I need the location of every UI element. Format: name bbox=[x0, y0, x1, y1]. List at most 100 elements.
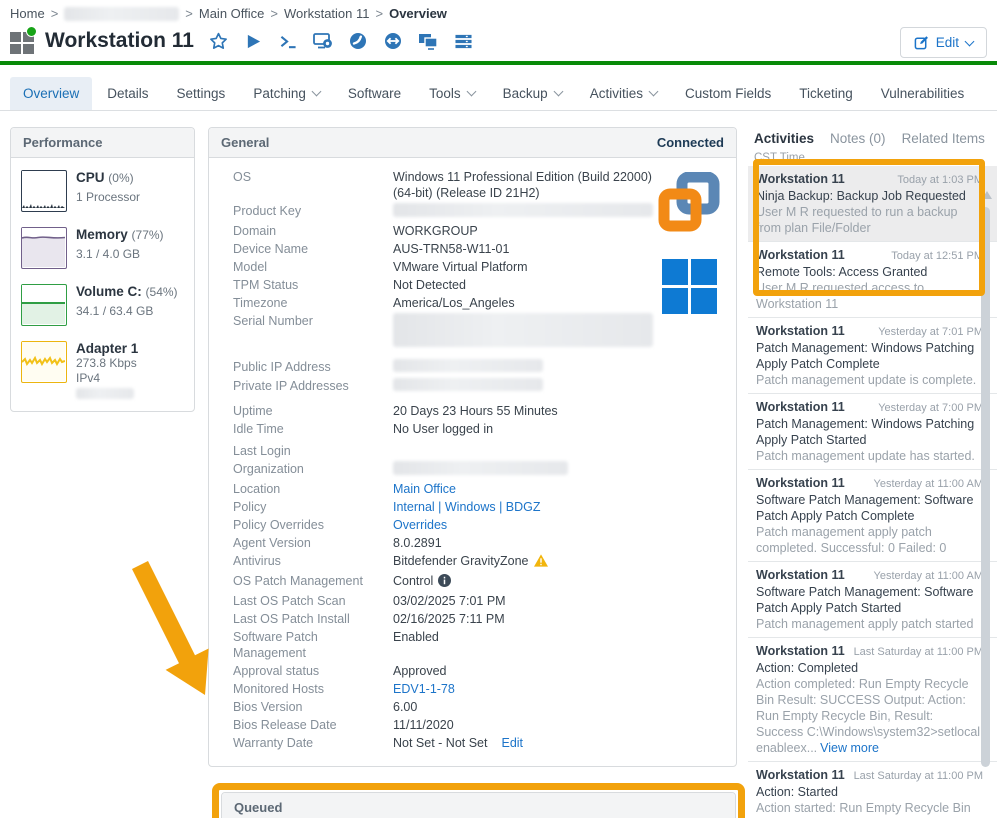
activity-title: Action: Started bbox=[756, 784, 983, 800]
scrollbar-up-arrow[interactable] bbox=[982, 191, 992, 199]
tab-label: Software bbox=[348, 86, 401, 101]
device-overview-page: Home > > Main Office > Workstation 11 > … bbox=[0, 0, 997, 818]
field-label: Last OS Patch Scan bbox=[233, 593, 393, 609]
field-label: Domain bbox=[233, 223, 393, 239]
sparkline-chart bbox=[21, 170, 67, 212]
general-row: PolicyInternal | Windows | BDGZ bbox=[233, 498, 722, 516]
performance-item-volume-c-[interactable]: Volume C: (54%)34.1 / 63.4 GB bbox=[21, 284, 184, 326]
general-row: Bios Version6.00 bbox=[233, 698, 722, 716]
tab-patching[interactable]: Patching bbox=[240, 77, 333, 110]
performance-item-adapter-1[interactable]: Adapter 1273.8 KbpsIPv4 bbox=[21, 341, 184, 399]
field-value[interactable]: EDV1-1-78 bbox=[393, 681, 661, 697]
tab-custom-fields[interactable]: Custom Fields bbox=[672, 77, 784, 110]
redacted-value bbox=[393, 313, 653, 347]
queued-panel-title: Queued bbox=[234, 800, 282, 815]
field-label: Policy Overrides bbox=[233, 517, 393, 533]
field-value-text: Bitdefender GravityZone bbox=[393, 554, 529, 568]
field-value: Bitdefender GravityZone bbox=[393, 553, 661, 571]
activity-description: Action completed: Run Empty Recycle Bin … bbox=[756, 676, 983, 756]
general-row: Organization bbox=[233, 460, 722, 480]
scrollbar-thumb[interactable] bbox=[981, 207, 990, 767]
activity-header: Workstation 11Today at 12:51 PM bbox=[756, 247, 983, 264]
tab-backup[interactable]: Backup bbox=[490, 77, 575, 110]
performance-item-memory[interactable]: Memory (77%)3.1 / 4.0 GB bbox=[21, 227, 184, 269]
tab-activities[interactable]: Activities bbox=[577, 77, 670, 110]
edit-button[interactable]: Edit bbox=[900, 27, 987, 58]
device-os-icon bbox=[10, 29, 36, 53]
field-value: VMware Virtual Platform bbox=[393, 259, 661, 275]
field-value: 03/02/2025 7:01 PM bbox=[393, 593, 661, 609]
sparkline-chart bbox=[21, 227, 67, 269]
redacted-value bbox=[76, 388, 134, 399]
field-value-text: Not Detected bbox=[393, 278, 466, 292]
field-value: America/Los_Angeles bbox=[393, 295, 661, 311]
breadcrumb-location[interactable]: Main Office bbox=[199, 6, 265, 21]
tab-software[interactable]: Software bbox=[335, 77, 414, 110]
activity-item: Workstation 11Yesterday at 7:00 PMPatch … bbox=[748, 394, 997, 470]
tab-tools[interactable]: Tools bbox=[416, 77, 488, 110]
tab-activities[interactable]: Activities bbox=[754, 131, 814, 146]
tab-details[interactable]: Details bbox=[94, 77, 161, 110]
activity-description-text: Patch management apply patch started bbox=[756, 617, 974, 631]
breadcrumb-separator: > bbox=[51, 6, 59, 21]
activity-description-text: User M R requested access to Workstation… bbox=[756, 281, 924, 311]
general-panel-title: General bbox=[221, 135, 269, 150]
teamviewer-icon[interactable] bbox=[383, 31, 403, 51]
field-value[interactable]: Overrides bbox=[393, 517, 661, 533]
field-value bbox=[393, 359, 661, 376]
run-icon[interactable] bbox=[243, 31, 263, 51]
metric-name: Adapter 1 bbox=[76, 341, 138, 356]
performance-item-cpu[interactable]: CPU (0%)1 Processor bbox=[21, 170, 184, 212]
tab-settings[interactable]: Settings bbox=[164, 77, 239, 110]
performance-item-text: Volume C: (54%)34.1 / 63.4 GB bbox=[76, 284, 178, 326]
general-row: Device NameAUS-TRN58-W11-01 bbox=[233, 240, 722, 258]
general-row: Last OS Patch Install02/16/2025 7:11 PM bbox=[233, 610, 722, 628]
general-row: LocationMain Office bbox=[233, 480, 722, 498]
activity-timestamp: Yesterday at 7:00 PM bbox=[878, 400, 983, 416]
tab-notes[interactable]: Notes (0) bbox=[830, 131, 886, 146]
breadcrumb-home[interactable]: Home bbox=[10, 6, 45, 21]
tab-related-items[interactable]: Related Items bbox=[902, 131, 985, 146]
field-value[interactable]: Main Office bbox=[393, 481, 661, 497]
field-value: 8.0.2891 bbox=[393, 535, 661, 551]
dual-monitor-icon[interactable] bbox=[418, 31, 438, 51]
platform-logos bbox=[658, 172, 720, 314]
general-row: Private IP Addresses bbox=[233, 377, 722, 396]
activity-item: Workstation 11Last Saturday at 11:00 PMA… bbox=[748, 638, 997, 762]
metric-detail: IPv4 bbox=[76, 371, 138, 386]
tab-vulnerabilities[interactable]: Vulnerabilities bbox=[868, 77, 978, 110]
activity-item: Workstation 11Today at 12:51 PMRemote To… bbox=[748, 242, 997, 318]
activity-title: Action: Completed bbox=[756, 660, 983, 676]
tab-ticketing[interactable]: Ticketing bbox=[786, 77, 866, 110]
remote-screen-icon[interactable] bbox=[313, 31, 333, 51]
content-area: Performance CPU (0%)1 ProcessorMemory (7… bbox=[0, 113, 997, 818]
tab-label: Overview bbox=[23, 86, 79, 101]
edit-warranty-link[interactable]: Edit bbox=[501, 736, 523, 750]
general-row: Last OS Patch Scan03/02/2025 7:01 PM bbox=[233, 592, 722, 610]
breadcrumb-device[interactable]: Workstation 11 bbox=[284, 6, 370, 21]
splashtop-icon[interactable] bbox=[348, 31, 368, 51]
field-label: OS Patch Management bbox=[233, 573, 393, 591]
logs-icon[interactable] bbox=[453, 31, 473, 51]
device-toolbar bbox=[208, 31, 473, 51]
activity-description-text: User M R requested to run a backup from … bbox=[756, 205, 958, 235]
field-value bbox=[393, 443, 661, 459]
activity-header: Workstation 11Today at 1:03 PM bbox=[756, 171, 983, 188]
field-label: Model bbox=[233, 259, 393, 275]
activity-description-text: Patch management update has started. bbox=[756, 449, 975, 463]
favorite-star-icon[interactable] bbox=[208, 31, 228, 51]
activity-timestamp: Yesterday at 11:00 AM bbox=[874, 476, 983, 492]
field-value[interactable]: Internal | Windows | BDGZ bbox=[393, 499, 661, 515]
device-tabs: Overview DetailsSettingsPatching Software T… bbox=[0, 65, 997, 111]
activity-description: Patch management apply patch started bbox=[756, 616, 983, 632]
tab-overview[interactable]: Overview bbox=[10, 77, 92, 110]
activity-feed-column: Activities Notes (0) Related Items CST T… bbox=[748, 129, 997, 818]
field-value-text: Overrides bbox=[393, 518, 447, 532]
queued-panel: Queued Backup: Start requested User M R … bbox=[221, 792, 736, 818]
field-value-text: Control bbox=[393, 574, 433, 588]
field-value-text: VMware Virtual Platform bbox=[393, 260, 528, 274]
terminal-icon[interactable] bbox=[278, 31, 298, 51]
view-more-link[interactable]: View more bbox=[820, 741, 879, 755]
breadcrumb-separator: > bbox=[376, 6, 384, 21]
title-bar: Workstation 11 bbox=[0, 25, 997, 61]
